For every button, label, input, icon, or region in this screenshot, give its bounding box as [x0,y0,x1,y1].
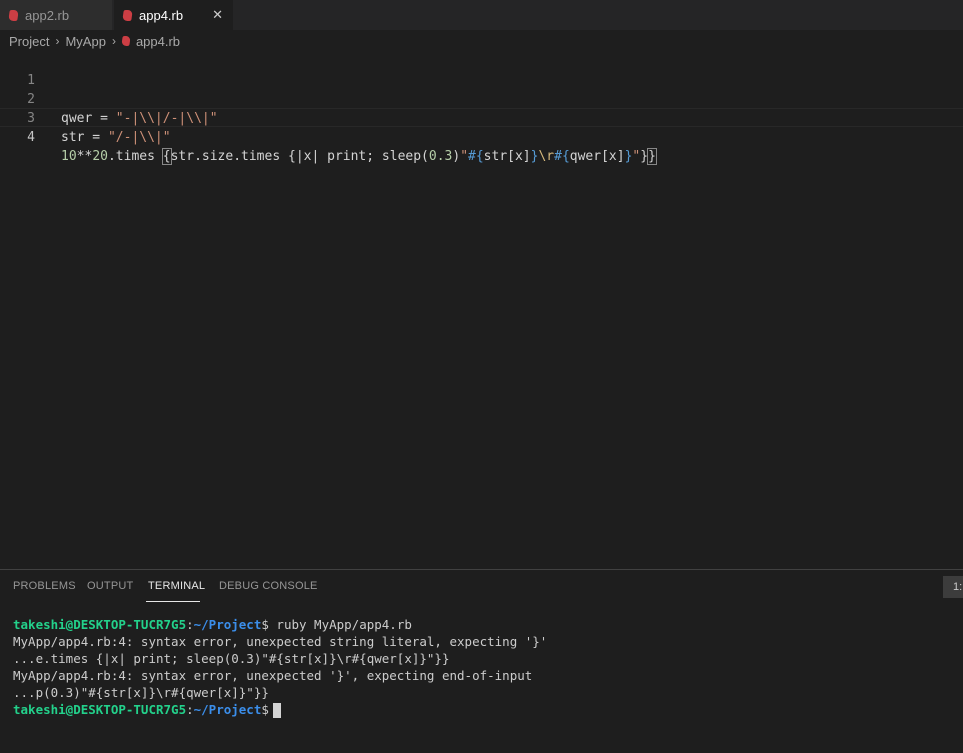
terminal-cursor [272,703,281,718]
tab-debug-console[interactable]: DEBUG CONSOLE [219,580,318,592]
tab-app2-rb[interactable]: app2.rb [0,0,113,30]
chevron-right-icon: › [111,34,116,48]
editor-tab-bar: app2.rb app4.rb ✕ [0,0,963,30]
bottom-panel: PROBLEMS OUTPUT TERMINAL DEBUG CONSOLE 1… [0,569,963,753]
tab-terminal[interactable]: TERMINAL [148,580,205,592]
line-number: 4 [27,130,35,145]
code-text: 10**20.times {str.size.times {|x| print;… [61,148,657,165]
terminal-prompt[interactable]: takeshi@DESKTOP-TUCR7G5:~/Project$ [13,701,281,718]
tab-app4-rb[interactable]: app4.rb ✕ [114,0,233,30]
ruby-file-icon [121,36,131,46]
breadcrumb-item-file[interactable]: app4.rb [136,34,180,49]
terminal-line: ...e.times {|x| print; sleep(0.3)"#{str[… [13,651,450,666]
bracket-match: } [647,148,657,165]
breadcrumb-item-myapp[interactable]: MyApp [65,34,105,49]
code-text: str = "/-|\\|" [61,130,171,145]
code-line-2: 2 qwer = "-|\\|/-|\\|" [0,71,963,126]
code-line-3: 3 str = "/-|\\|" [0,90,963,145]
tab-problems[interactable]: PROBLEMS [13,580,76,592]
code-editor[interactable]: 1 2 qwer = "-|\\|/-|\\|" 3 str = "/-|\\|… [0,51,963,569]
terminal-line: ...p(0.3)"#{str[x]}\r#{qwer[x]}"}} [13,685,269,700]
terminal-line: takeshi@DESKTOP-TUCR7G5:~/Project$ ruby … [13,617,412,632]
code-line-1: 1 [0,52,963,88]
code-line-4: 4 10**20.times {str.size.times {|x| prin… [0,108,963,165]
breadcrumb-item-project[interactable]: Project [9,34,49,49]
close-icon[interactable]: ✕ [212,7,223,23]
tab-output[interactable]: OUTPUT [87,580,133,592]
terminal-select[interactable]: 1: [943,576,963,598]
active-tab-indicator [146,601,200,602]
ruby-file-icon [8,9,19,21]
tab-label: app2.rb [25,7,70,23]
ruby-file-icon [122,9,133,21]
terminal-line: MyApp/app4.rb:4: syntax error, unexpecte… [13,668,533,683]
bracket-match: { [161,148,172,165]
chevron-right-icon: › [55,34,60,48]
breadcrumb: Project › MyApp › app4.rb [9,31,180,51]
terminal-line: MyApp/app4.rb:4: syntax error, unexpecte… [13,634,548,649]
tab-label: app4.rb [139,7,184,23]
panel-tabs: PROBLEMS OUTPUT TERMINAL DEBUG CONSOLE 1… [0,570,963,604]
